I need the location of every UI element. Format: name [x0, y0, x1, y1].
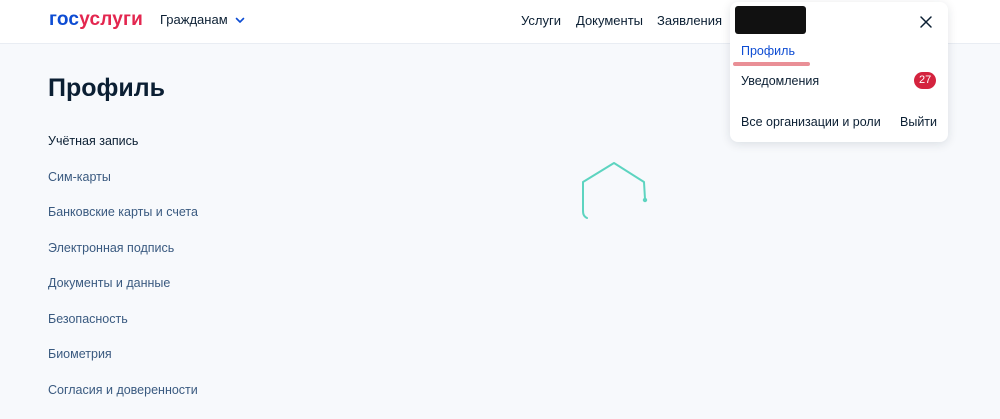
profile-dropdown: Профиль Уведомления 27 Все организации и…	[730, 2, 948, 142]
chevron-down-icon	[235, 17, 244, 23]
page-title: Профиль	[48, 74, 166, 102]
logo-part-gos: гос	[49, 9, 80, 30]
sidebar-item-account[interactable]: Учётная запись	[48, 134, 138, 148]
dropdown-notifications-link[interactable]: Уведомления	[741, 74, 819, 88]
nav-services-link[interactable]: Услуги	[521, 13, 561, 28]
logo-part-uslugi: услуги	[79, 9, 144, 30]
sidebar-item-consents[interactable]: Согласия и доверенности	[48, 383, 198, 397]
logout-button[interactable]: Выйти	[900, 115, 937, 129]
sidebar-item-security[interactable]: Безопасность	[48, 312, 128, 326]
nav-applications-link[interactable]: Заявления	[657, 13, 722, 28]
sidebar-item-biometrics[interactable]: Биометрия	[48, 347, 112, 361]
sidebar-item-bank-cards[interactable]: Банковские карты и счета	[48, 205, 198, 219]
nav-documents-link[interactable]: Документы	[576, 13, 643, 28]
loading-spinner-icon	[582, 162, 648, 219]
dropdown-organizations-link[interactable]: Все организации и роли	[741, 115, 881, 129]
citizen-menu-button[interactable]: Гражданам	[160, 12, 246, 27]
gosuslugi-logo[interactable]: госуслуги	[49, 9, 143, 31]
sidebar-item-sim-cards[interactable]: Сим-карты	[48, 170, 111, 184]
close-icon[interactable]	[918, 14, 934, 30]
highlight-underline	[733, 62, 810, 66]
sidebar-item-documents[interactable]: Документы и данные	[48, 276, 170, 290]
redacted-user-name	[735, 6, 806, 34]
citizen-menu-label: Гражданам	[160, 12, 228, 27]
notifications-count-badge: 27	[914, 72, 937, 89]
dropdown-profile-link[interactable]: Профиль	[741, 44, 795, 58]
sidebar-item-e-signature[interactable]: Электронная подпись	[48, 241, 174, 255]
